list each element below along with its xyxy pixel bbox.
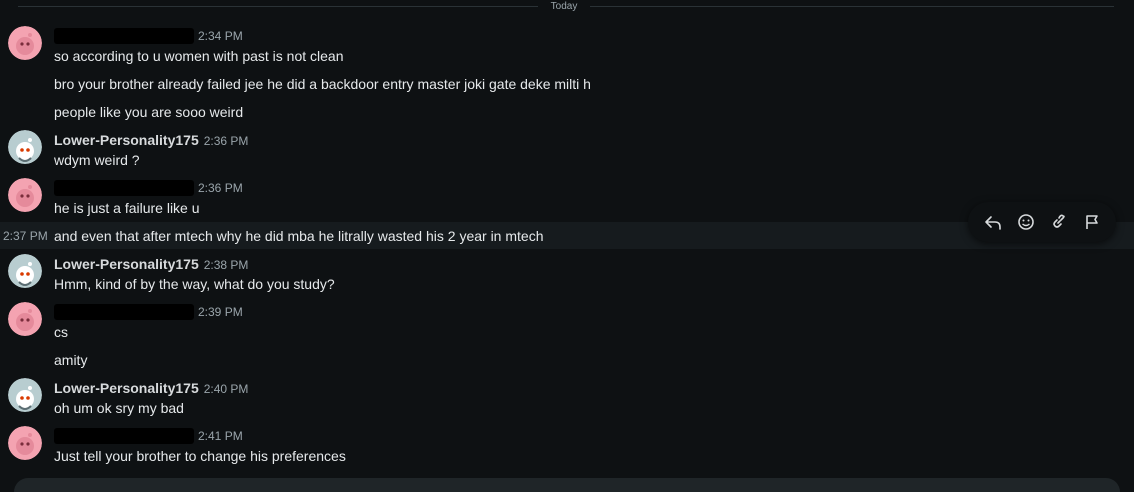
message-text: amity	[54, 352, 88, 368]
avatar[interactable]	[8, 426, 42, 460]
avatar[interactable]	[8, 178, 42, 212]
date-divider-label: Today	[538, 0, 590, 13]
emoji-icon[interactable]	[1014, 210, 1038, 234]
timestamp: 2:39 PM	[198, 305, 243, 319]
username[interactable]: Lower-Personality175	[54, 256, 199, 272]
timestamp: 2:41 PM	[198, 429, 243, 443]
timestamp: 2:36 PM	[203, 134, 249, 148]
avatar[interactable]	[8, 378, 42, 412]
reply-icon[interactable]	[981, 210, 1005, 234]
message-text: wdym weird ?	[54, 152, 140, 168]
message-text: bro your brother already failed jee he d…	[54, 76, 591, 92]
message-header: Lower-Personality175 2:38 PM	[54, 255, 248, 273]
message-text: Hmm, kind of by the way, what do you stu…	[54, 276, 335, 292]
redacted-username	[54, 179, 194, 196]
message-text: so according to u women with past is not…	[54, 48, 344, 64]
avatar[interactable]	[8, 26, 42, 60]
message-header: 2:39 PM	[54, 303, 243, 321]
message-text: Just tell your brother to change his pre…	[54, 448, 346, 464]
link-icon[interactable]	[1047, 210, 1071, 234]
username[interactable]: Lower-Personality175	[54, 132, 199, 148]
timestamp: 2:37 PM	[3, 229, 48, 243]
message-actions-toolbar	[968, 202, 1116, 242]
message-text: cs	[54, 324, 68, 340]
message-header: Lower-Personality175 2:40 PM	[54, 379, 248, 397]
timestamp: 2:40 PM	[203, 382, 249, 396]
avatar[interactable]	[8, 130, 42, 164]
timestamp: 2:34 PM	[198, 29, 243, 43]
message-text: he is just a failure like u	[54, 200, 200, 216]
message-text: and even that after mtech why he did mba…	[54, 228, 544, 244]
message-header: 2:34 PM	[54, 27, 243, 45]
avatar[interactable]	[8, 302, 42, 336]
message-header: Lower-Personality175 2:36 PM	[54, 131, 248, 149]
timestamp: 2:38 PM	[203, 258, 249, 272]
message-text: oh um ok sry my bad	[54, 400, 184, 416]
message-composer[interactable]	[14, 478, 1120, 492]
message-header: 2:41 PM	[54, 427, 243, 445]
chat-window: Today 2:34 PM so according to u women wi…	[0, 0, 1134, 492]
avatar[interactable]	[8, 254, 42, 288]
redacted-username	[54, 303, 194, 320]
timestamp: 2:36 PM	[198, 181, 243, 195]
message-text: people like you are sooo weird	[54, 104, 244, 120]
username[interactable]: Lower-Personality175	[54, 380, 199, 396]
redacted-username	[54, 27, 194, 44]
message-header: 2:36 PM	[54, 179, 243, 197]
redacted-username	[54, 427, 194, 444]
flag-icon[interactable]	[1080, 210, 1104, 234]
